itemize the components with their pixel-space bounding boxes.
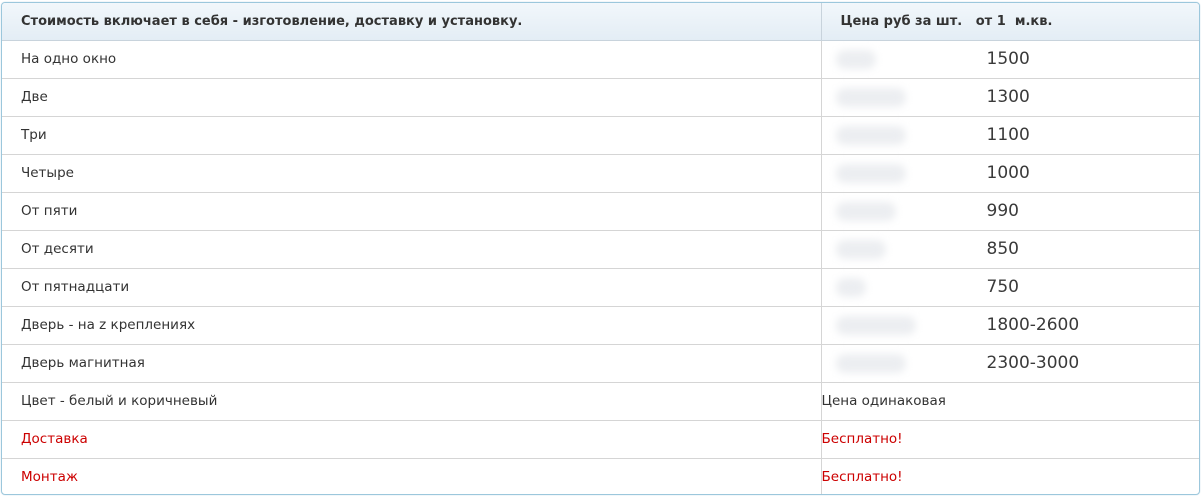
row-label: Дверь - на z креплениях — [2, 305, 821, 344]
row-label: Цвет - белый и коричневый — [2, 381, 821, 420]
table-row: От десяти 850 — [2, 229, 1199, 268]
blurred-area — [835, 315, 916, 335]
row-label: На одно окно — [21, 51, 117, 67]
table-row: Монтаж Бесплатно! — [2, 457, 1199, 494]
table-row: От пятнадцати 750 — [2, 267, 1199, 306]
price-cell: 1800-2600 — [820, 305, 1199, 344]
blurred-area — [835, 277, 866, 297]
table-row: На одно окно 1500 — [2, 40, 1199, 78]
table-row: От пяти 990 — [2, 191, 1199, 230]
header-price-label: Цена руб за шт. от 1 м.кв. — [840, 13, 1053, 29]
blurred-area — [835, 87, 906, 107]
price-cell: 2300-3000 — [820, 343, 1199, 382]
price-list-table: Стоимость включает в себя - изготовление… — [2, 3, 1199, 494]
blurred-area — [835, 163, 906, 183]
price-value: 1000 — [986, 163, 1030, 183]
price-cell: 1300 — [820, 77, 1199, 116]
price-value: 2300-3000 — [986, 353, 1080, 373]
table-row: Три 1100 — [2, 115, 1199, 154]
header-description: Стоимость включает в себя - изготовление… — [2, 3, 821, 41]
price-cell: 1000 — [820, 153, 1199, 192]
blurred-area — [835, 201, 896, 221]
delivery-free-note: Бесплатно! — [820, 419, 1199, 458]
table-row: Дверь магнитная 2300-3000 — [2, 343, 1199, 382]
table-header-row: Стоимость включает в себя - изготовление… — [2, 3, 1199, 41]
row-label: От пятнадцати — [2, 267, 821, 306]
row-label: Дверь магнитная — [2, 343, 821, 382]
row-label: Четыре — [2, 153, 821, 192]
blurred-area — [835, 125, 906, 145]
price-value: 1300 — [986, 87, 1030, 107]
table-row: Четыре 1000 — [2, 153, 1199, 192]
row-label: Три — [2, 115, 821, 154]
price-value: 1100 — [986, 125, 1030, 145]
table-row: Дверь - на z креплениях 1800-2600 — [2, 305, 1199, 344]
price-table: Стоимость включает в себя - изготовление… — [1, 2, 1200, 495]
row-label-delivery: Доставка — [2, 419, 821, 458]
price-value: 1500 — [986, 49, 1030, 69]
blurred-area — [835, 49, 876, 69]
price-cell: 750 — [820, 267, 1199, 306]
blurred-area — [835, 353, 906, 373]
header-price: Цена руб за шт. от 1 м.кв. — [820, 3, 1199, 41]
table-row: Доставка Бесплатно! — [2, 419, 1199, 458]
installation-free-note: Бесплатно! — [820, 457, 1199, 494]
price-value: 850 — [986, 239, 1019, 259]
price-value: 1800-2600 — [986, 315, 1080, 335]
table-row: Цвет - белый и коричневый Цена одинакова… — [2, 381, 1199, 420]
row-label: От десяти — [2, 229, 821, 268]
row-label: Две — [2, 77, 821, 116]
row-label: От пяти — [2, 191, 821, 230]
price-cell: 1100 — [820, 115, 1199, 154]
blurred-area — [835, 239, 886, 259]
price-value: 990 — [986, 201, 1019, 221]
price-cell: 990 — [820, 191, 1199, 230]
price-value: 750 — [986, 277, 1019, 297]
price-cell: 1500 — [820, 40, 1199, 78]
row-label-installation: Монтаж — [2, 457, 821, 494]
color-note: Цена одинаковая — [820, 381, 1199, 420]
table-row: Две 1300 — [2, 77, 1199, 116]
price-cell: 850 — [820, 229, 1199, 268]
